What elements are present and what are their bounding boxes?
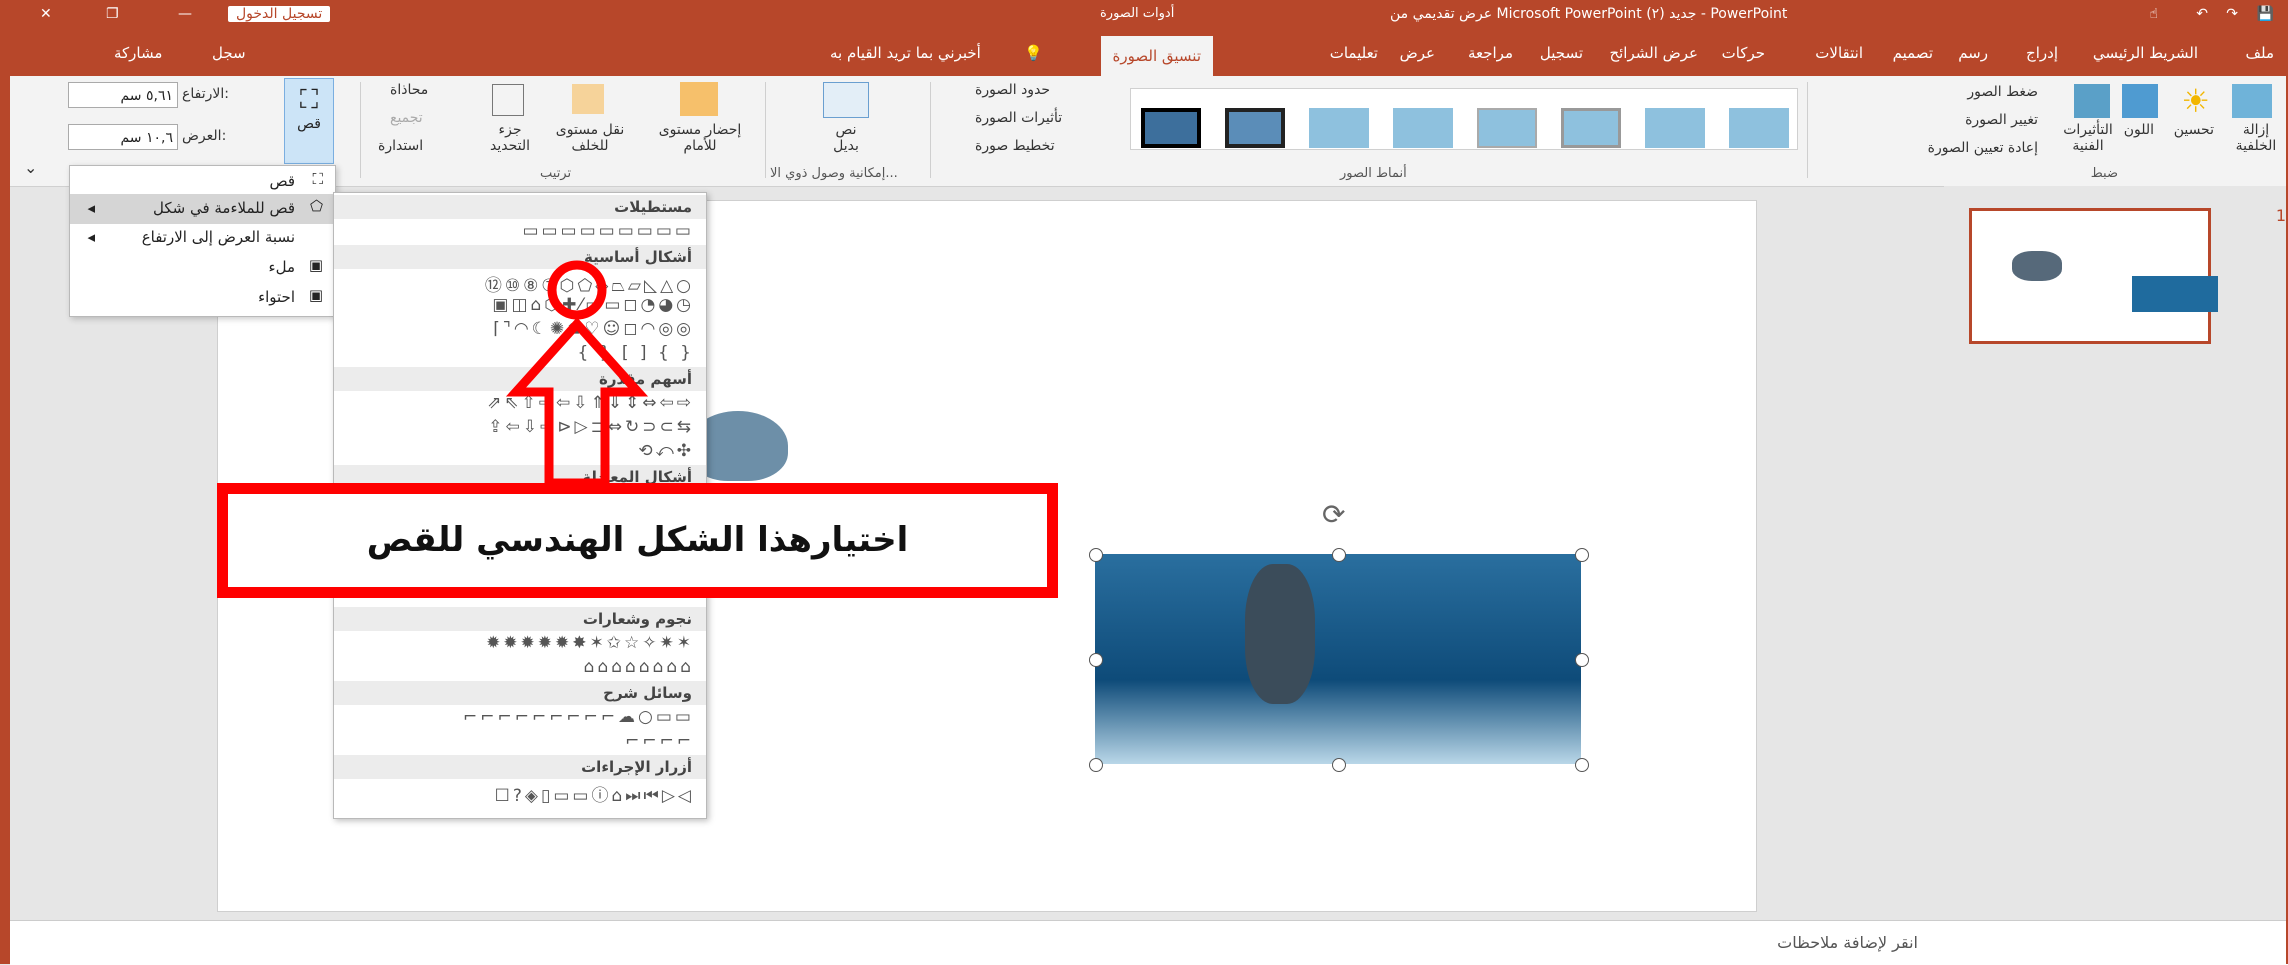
callout-text: اختيارهذا الشكل الهندسي للقص [366, 520, 909, 560]
annotation-overlay [505, 260, 649, 488]
highlight-circle [547, 260, 607, 320]
annotation-callout: اختيارهذا الشكل الهندسي للقص [217, 483, 1058, 598]
up-arrow [505, 317, 649, 488]
